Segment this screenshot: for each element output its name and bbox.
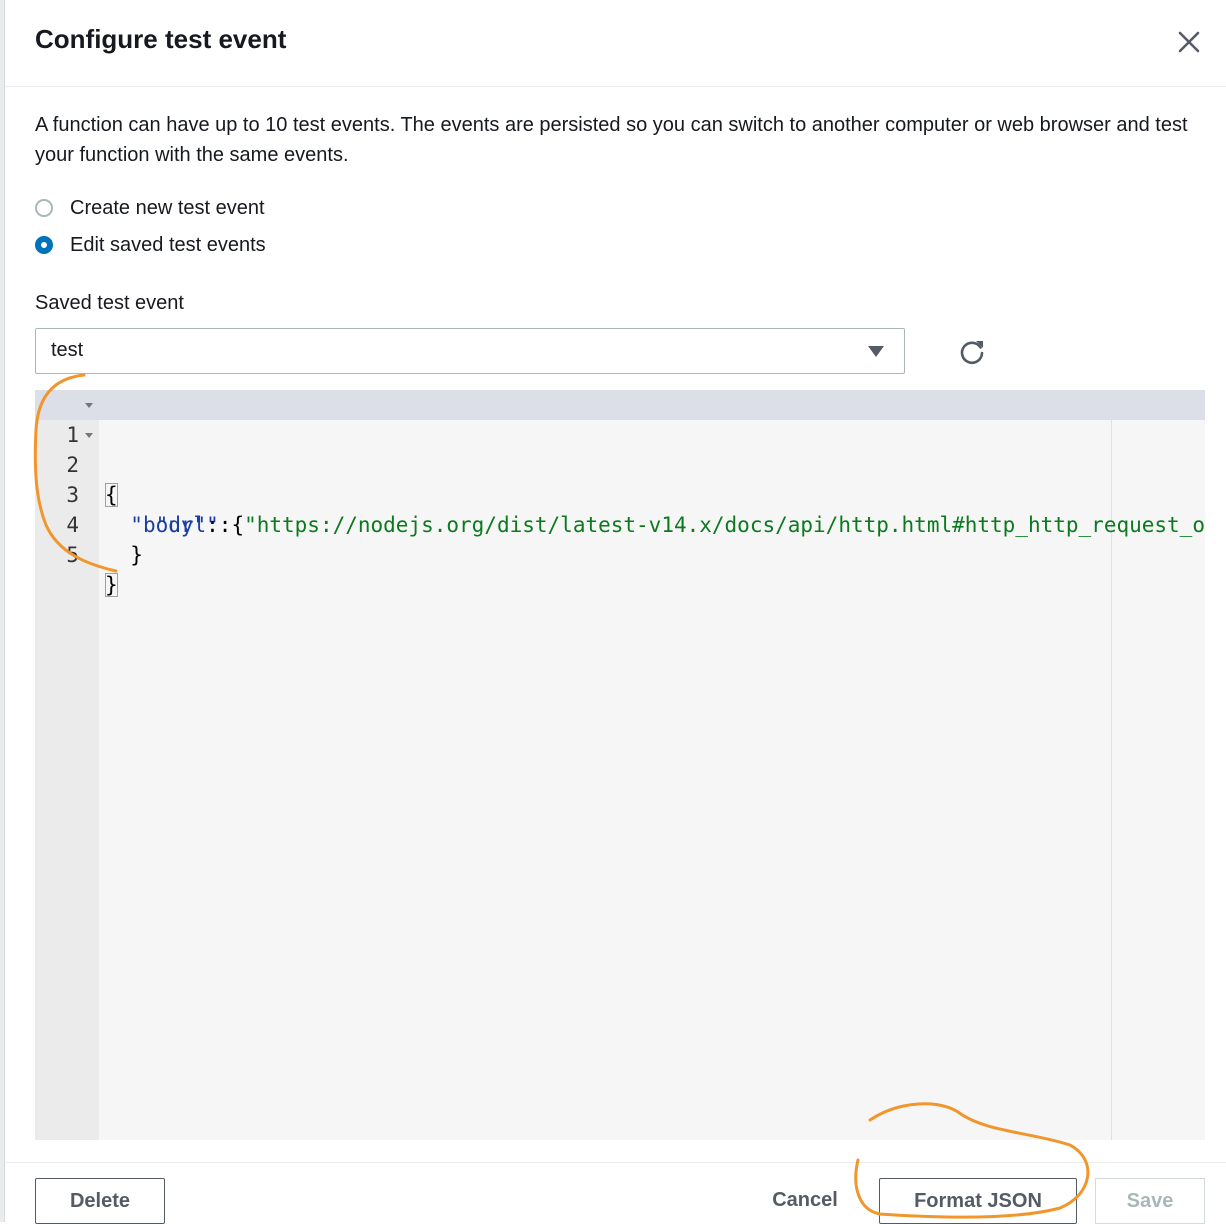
refresh-button[interactable] bbox=[957, 337, 987, 367]
saved-test-event-label: Saved test event bbox=[35, 292, 184, 314]
saved-test-event-select[interactable]: test bbox=[35, 328, 905, 374]
fold-arrow-icon[interactable] bbox=[85, 403, 93, 408]
radio-edit-saved-test-events[interactable]: Edit saved test events bbox=[35, 230, 266, 260]
code-line: 3 "url": "https://nodejs.org/dist/latest… bbox=[35, 450, 1205, 537]
radio-label: Edit saved test events bbox=[70, 233, 266, 256]
radio-create-new-test-event[interactable]: Create new test event bbox=[35, 193, 265, 223]
save-button[interactable]: Save bbox=[1095, 1178, 1205, 1224]
code-line: 1 { bbox=[35, 390, 1205, 507]
json-code-editor[interactable]: 1 { 2 "body": { 3 "url": "https://nodejs… bbox=[35, 390, 1205, 1140]
refresh-icon bbox=[960, 341, 984, 365]
dialog-header: Configure test event bbox=[5, 0, 1226, 87]
code-line: 5 } bbox=[35, 510, 1205, 597]
bracket-match: } bbox=[105, 573, 118, 597]
cancel-button[interactable]: Cancel bbox=[750, 1178, 860, 1224]
caret-down-icon bbox=[868, 346, 884, 357]
fold-arrow-icon[interactable] bbox=[85, 433, 93, 438]
close-icon bbox=[1178, 31, 1200, 53]
line-number: 5 bbox=[66, 543, 79, 567]
json-punctuation: } bbox=[130, 543, 143, 567]
configure-test-event-dialog: Configure test event A function can have… bbox=[4, 0, 1226, 1224]
radio-label: Create new test event bbox=[70, 196, 265, 219]
code-line: 4 } bbox=[35, 480, 1205, 567]
code-text: } bbox=[105, 570, 118, 600]
dialog-description: A function can have up to 10 test events… bbox=[35, 114, 1188, 166]
select-value: test bbox=[51, 339, 84, 361]
code-line: 2 "body": { bbox=[35, 420, 1205, 537]
radio-button-checked[interactable] bbox=[35, 236, 53, 254]
dialog-title: Configure test event bbox=[35, 24, 287, 54]
radio-button-unchecked[interactable] bbox=[35, 199, 53, 217]
close-button[interactable] bbox=[1173, 26, 1205, 58]
format-json-button[interactable]: Format JSON bbox=[879, 1178, 1077, 1224]
delete-button[interactable]: Delete bbox=[35, 1178, 165, 1224]
